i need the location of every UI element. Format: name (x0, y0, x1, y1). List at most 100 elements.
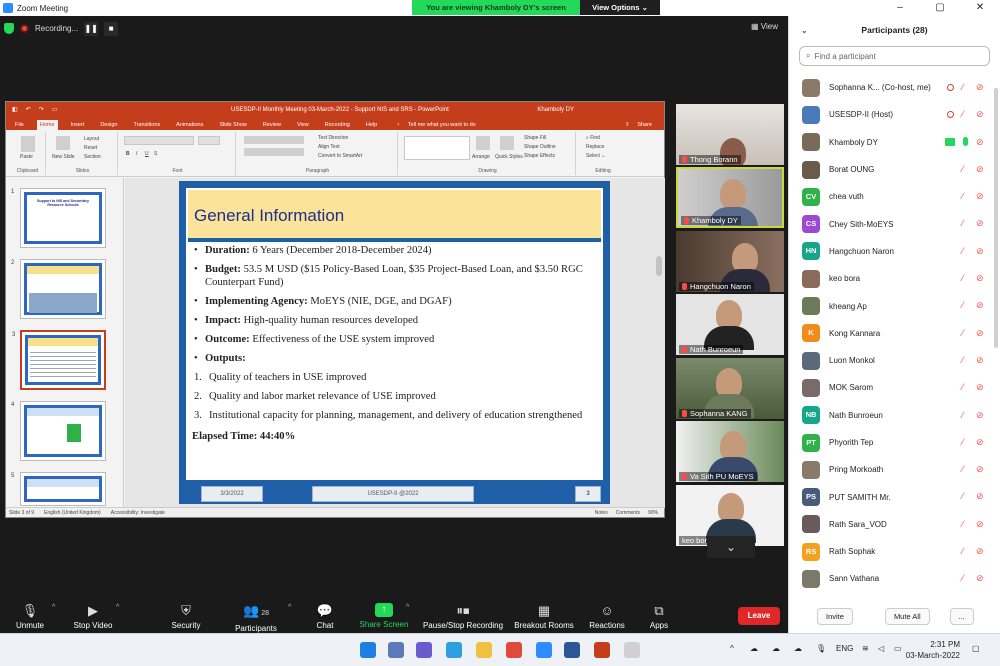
participant-row[interactable]: Luon Monkol ⁄ ⊘ (789, 347, 1000, 374)
share-caret-icon[interactable]: ^ (406, 604, 409, 611)
participant-name: Borat OUNG (829, 165, 875, 175)
participant-row[interactable]: NB Nath Bunroeun ⁄ ⊘ (789, 402, 1000, 429)
stop-video-button[interactable]: ▶ Stop Video ^ (68, 600, 120, 633)
share-icon: ⇪ (625, 122, 630, 128)
pause-recording-icon[interactable]: ❚❚ (84, 21, 99, 36)
status-accessibility: Accessibility: Investigate (110, 509, 165, 516)
unmute-caret-icon[interactable]: ^ (52, 604, 55, 611)
stop-recording-icon[interactable]: ■ (104, 21, 119, 36)
video-tile-active-speaker[interactable]: Khamboly DY (676, 167, 784, 228)
participant-row[interactable]: CV chea vuth ⁄ ⊘ (789, 183, 1000, 210)
window-title: Zoom Meeting (17, 3, 69, 13)
muted-mic-icon: ⁄ (962, 327, 964, 338)
participant-name: Pring Morkoath (829, 465, 884, 475)
muted-mic-icon: ⁄ (962, 163, 964, 174)
participant-row[interactable]: MOK Sarom ⁄ ⊘ (789, 374, 1000, 401)
close-icon[interactable]: ✕ (960, 0, 1000, 16)
ppt-tab-home: Home (36, 120, 58, 130)
mute-all-button[interactable]: Mute All (884, 607, 930, 625)
collapse-chevron-icon[interactable]: ⌄ (801, 26, 808, 35)
viewing-banner: You are viewing Khamboly DY's screen Vie… (412, 0, 660, 15)
participant-row[interactable]: keo bora ⁄ ⊘ (789, 265, 1000, 292)
wifi-icon[interactable]: ≋ (862, 644, 869, 653)
input-language[interactable]: ENG (836, 644, 853, 653)
participants-button[interactable]: 👥 28 Participants ^ (230, 600, 291, 633)
reactions-button[interactable]: ☺ Reactions (586, 600, 628, 633)
participant-name: PUT SAMITH Mr. (829, 492, 891, 502)
participant-status-icons: ⁄ ⊘ (962, 246, 987, 256)
unmute-button[interactable]: 🎙 Unmute ^ (8, 600, 55, 633)
participant-row[interactable]: Sann Vathana ⁄ ⊘ (789, 565, 1000, 592)
clock-date: 03-March-2022 (905, 651, 960, 660)
video-off-icon: ⊘ (976, 245, 984, 256)
ribbon-shape-fill-label: Shape Fill (524, 135, 547, 141)
more-options-button[interactable]: ... (949, 607, 974, 625)
avatar (802, 160, 820, 179)
participant-row[interactable]: Khamboly DY ⊘ (789, 129, 1000, 156)
participant-row[interactable]: Pring Morkoath ⁄ ⊘ (789, 456, 1000, 483)
battery-icon[interactable]: ▭ (894, 644, 902, 653)
microphone-tray-icon: 🎙 (816, 644, 827, 653)
breakout-rooms-button[interactable]: ▦ Breakout Rooms (512, 600, 576, 633)
telegram-icon[interactable] (446, 642, 462, 658)
video-tile[interactable]: Nath Bunroeun (676, 294, 784, 355)
participant-row[interactable]: USESDP-II (Host) ⁄ ⊘ (789, 101, 1000, 128)
avatar: NB (802, 406, 820, 425)
find-participant-input[interactable]: ⌕ Find a participant (799, 46, 990, 66)
participant-row[interactable]: Sophanna K... (Co-host, me) ⁄ ⊘ (789, 74, 1000, 101)
tray-chevron-icon[interactable]: ^ (730, 644, 734, 653)
participant-name: keo bora (829, 274, 861, 284)
video-tile[interactable]: Hangchuon Naron (676, 231, 784, 292)
participant-row[interactable]: PT Phyorith Tep ⁄ ⊘ (789, 429, 1000, 456)
pdf-icon[interactable] (624, 642, 640, 658)
task-view-icon[interactable] (388, 642, 404, 658)
speaker-icon[interactable]: ◁ (878, 644, 884, 653)
video-tile[interactable]: Sophanna KANG (676, 358, 784, 419)
participant-row[interactable]: Borat OUNG ⁄ ⊘ (789, 156, 1000, 183)
more-videos-chevron-down-icon[interactable]: ⌄ (707, 536, 755, 558)
zoom-taskbar-icon[interactable] (536, 642, 552, 658)
video-caret-icon[interactable]: ^ (116, 604, 119, 611)
slide-thumbnail: 4 (11, 401, 106, 461)
minimize-icon[interactable]: – (880, 0, 920, 16)
security-button[interactable]: ⛨ Security (166, 600, 206, 633)
notifications-icon[interactable]: ▢ (972, 644, 980, 653)
participant-row[interactable]: kheang Ap ⁄ ⊘ (789, 292, 1000, 319)
chrome-icon[interactable] (506, 642, 522, 658)
participants-caret-icon[interactable]: ^ (288, 604, 291, 611)
taskbar-clock[interactable]: 2:31 PM 03-March-2022 (906, 639, 960, 661)
ppt-tab-slide-show: Slide Show (219, 122, 247, 128)
powerpoint-icon[interactable] (594, 642, 610, 658)
slide-thumbnail: 5 (11, 472, 106, 506)
ribbon-slides-label: Slides (75, 168, 90, 174)
participant-row[interactable]: HN Hangchuon Naron ⁄ ⊘ (789, 238, 1000, 265)
share-screen-button[interactable]: ↑ Share Screen ^ (358, 600, 410, 633)
video-off-icon: ⊘ (976, 300, 984, 311)
maximize-icon[interactable]: ▢ (920, 0, 960, 16)
chat-button[interactable]: 💬 Chat (310, 600, 340, 633)
avatar: PT (802, 433, 820, 452)
word-icon[interactable] (564, 642, 580, 658)
lightbulb-icon: ♀ (396, 122, 401, 128)
video-tile[interactable]: Thong Borann (676, 104, 784, 165)
participant-row[interactable]: Rath Sara_VOD ⁄ ⊘ (789, 511, 1000, 538)
participant-row[interactable]: CS Chey Sith-MoEYS ⁄ ⊘ (789, 210, 1000, 237)
ppt-ribbon: Paste Clipboard New Slide Layout Reset S… (6, 130, 664, 177)
participant-row[interactable]: RS Rath Sophak ⁄ ⊘ (789, 538, 1000, 565)
video-tile[interactable]: Va Sith PU MoEYS (676, 421, 784, 482)
bullet-outputs: Outputs: (192, 352, 597, 365)
shared-screen-powerpoint[interactable]: ◧ ↶ ↷ ▭ USESDP-II Monthly Meeting 03-Mar… (5, 101, 665, 518)
leave-button[interactable]: Leave (738, 607, 780, 625)
reaction-smiley-icon: ☺ (600, 603, 614, 618)
participant-row[interactable]: K Kong Kannara ⁄ ⊘ (789, 320, 1000, 347)
view-button[interactable]: ▦ View (751, 22, 778, 31)
teams-icon[interactable] (416, 642, 432, 658)
apps-button[interactable]: ⧉ Apps (644, 600, 674, 633)
pause-stop-recording-button[interactable]: ⏸⏹ Pause/Stop Recording (420, 600, 506, 633)
windows-start-icon[interactable] (360, 642, 376, 658)
file-explorer-icon[interactable] (476, 642, 492, 658)
participant-row[interactable]: PS PUT SAMITH Mr. ⁄ ⊘ (789, 483, 1000, 510)
view-options-button[interactable]: View Options ⌄ (580, 0, 660, 15)
muted-mic-icon: ⁄ (962, 546, 964, 557)
invite-button[interactable]: Invite (817, 607, 853, 625)
